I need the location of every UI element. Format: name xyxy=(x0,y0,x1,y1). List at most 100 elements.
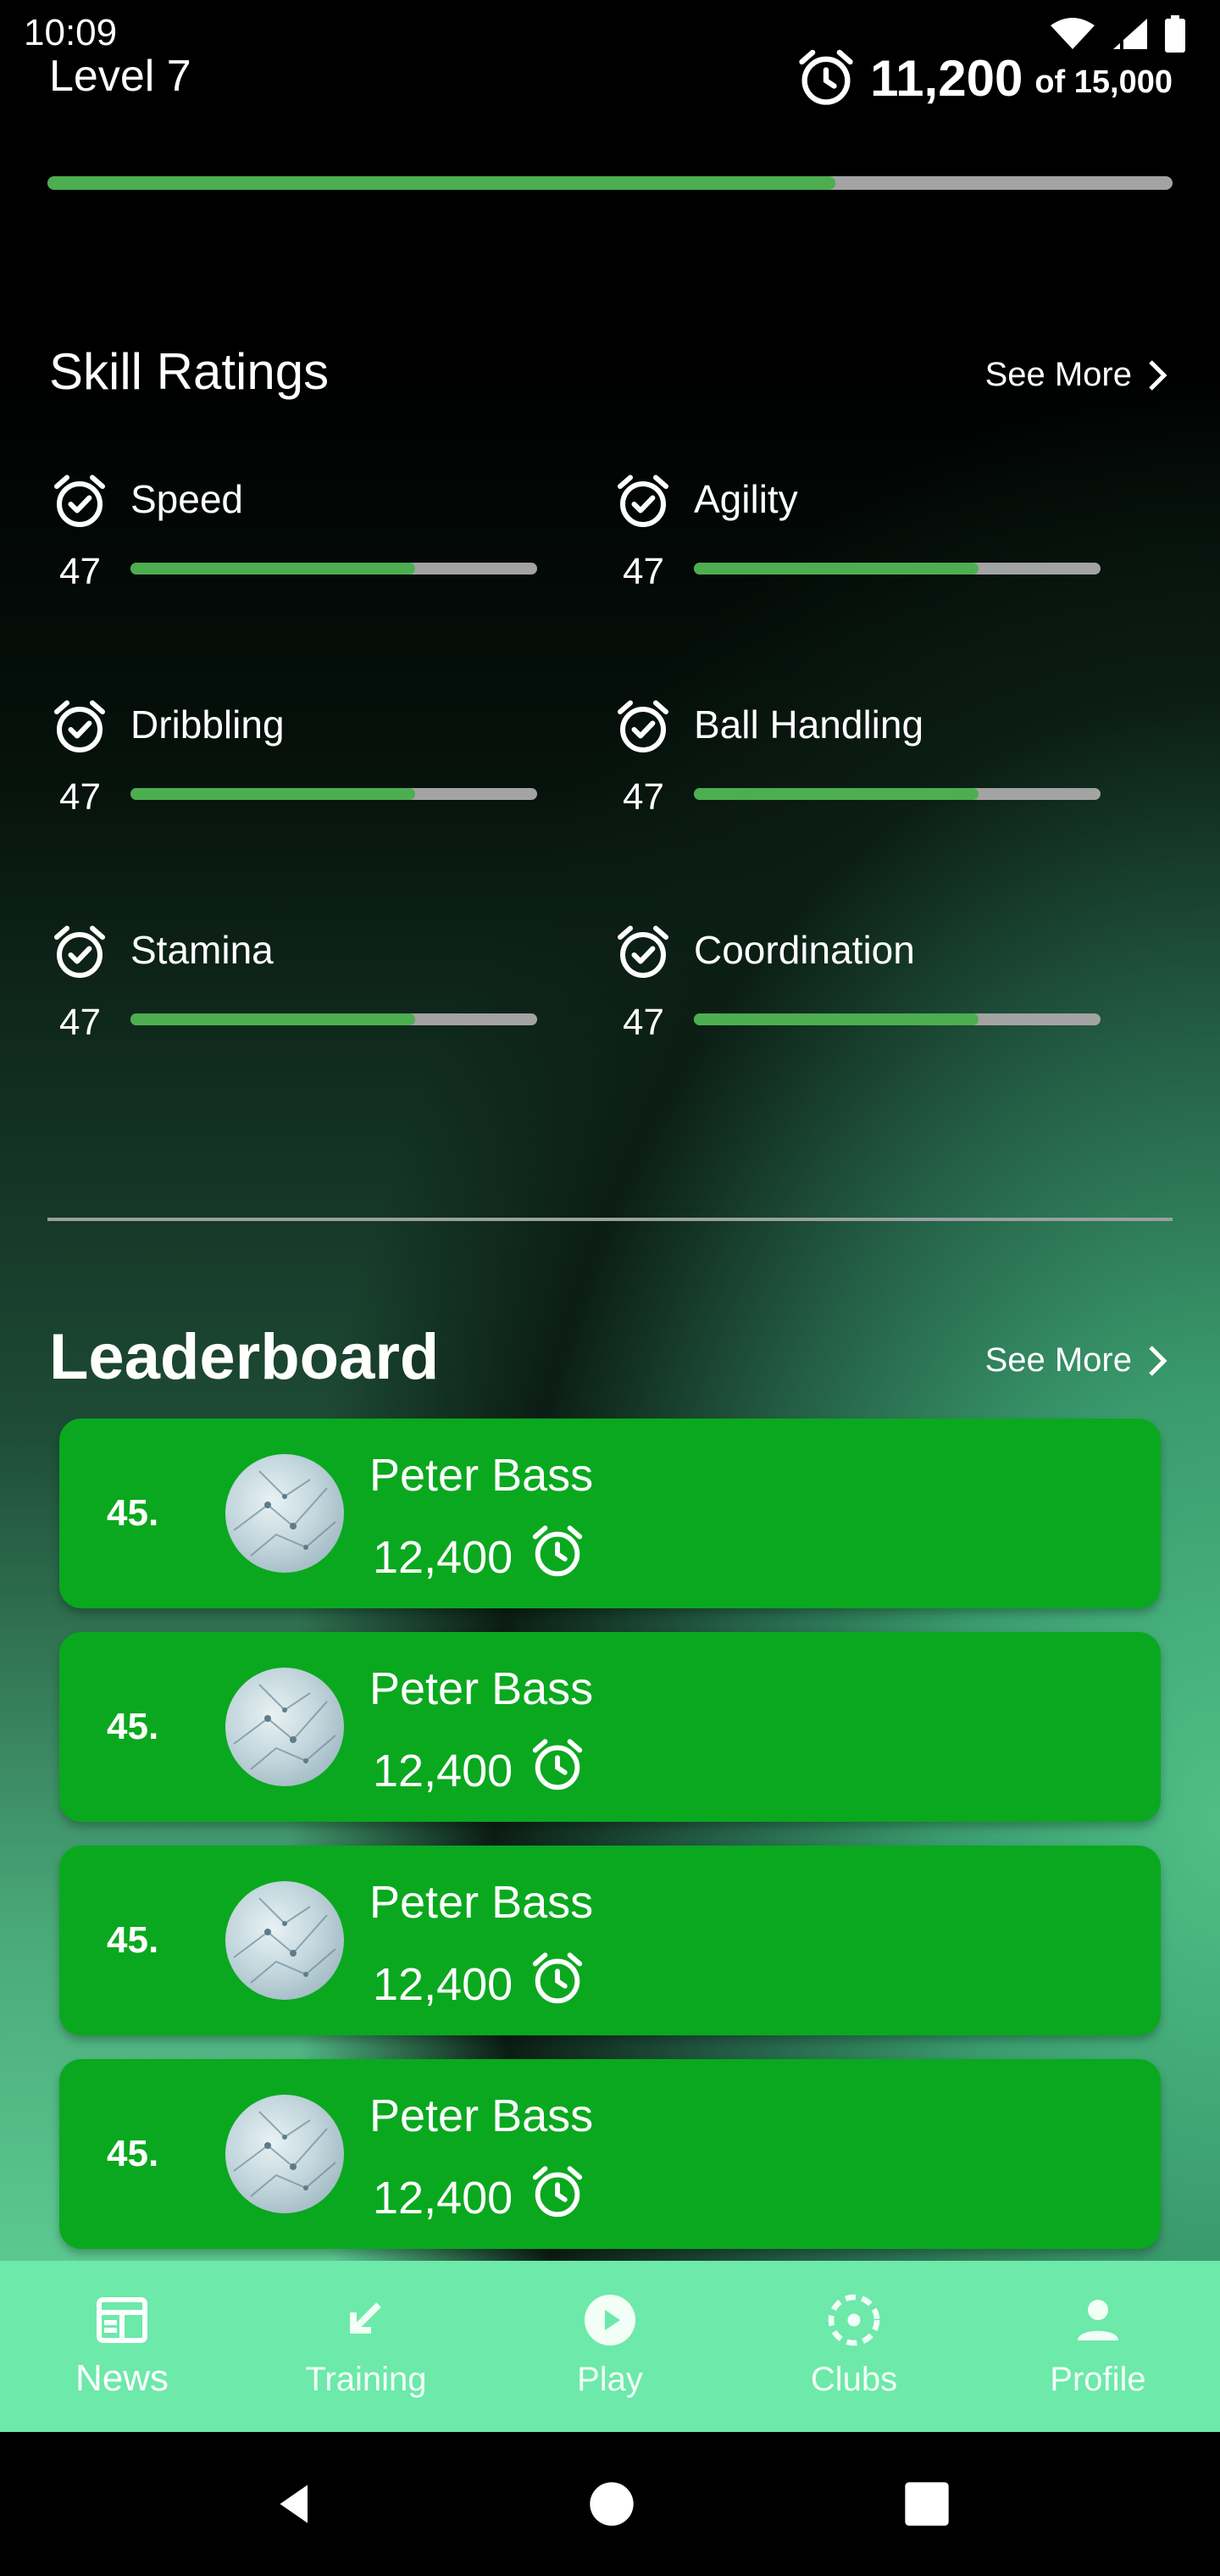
nav-label-clubs: Clubs xyxy=(810,2361,898,2398)
nav-item-play[interactable]: Play xyxy=(488,2261,732,2432)
skill-value: 47 xyxy=(623,1002,664,1043)
xp-counter: 11,200 of 15,000 xyxy=(794,46,1173,110)
back-icon[interactable] xyxy=(269,2479,320,2529)
alarm-check-icon xyxy=(49,697,110,762)
xp-progress-bar xyxy=(47,176,1173,190)
leaderboard-name: Peter Bass xyxy=(369,1450,594,1501)
leaderboard-see-more-button[interactable]: See More xyxy=(985,1341,1169,1380)
score-value: 12,400 xyxy=(373,1958,513,2010)
skill-name: Agility xyxy=(694,477,798,521)
leaderboard-name: Peter Bass xyxy=(369,1663,594,1714)
nav-label-news: News xyxy=(75,2357,169,2399)
xp-progress-fill xyxy=(47,176,835,190)
skills-grid: Speed 47 Agility 47 Dribbling 47 Ball Ha… xyxy=(49,464,1142,1047)
skill-name: Speed xyxy=(130,477,244,521)
leaderboard-rank: 45. xyxy=(107,1706,159,1747)
skill-value: 47 xyxy=(59,551,101,592)
xp-total: of 15,000 xyxy=(1034,64,1173,100)
leaderboard-rank: 45. xyxy=(107,1919,159,1961)
avatar xyxy=(225,1454,344,1573)
nav-label-training: Training xyxy=(305,2361,427,2398)
skill-value: 47 xyxy=(59,1002,101,1043)
leaderboard-score: 12,400 xyxy=(373,2162,587,2233)
play-icon xyxy=(585,2295,635,2346)
skill-progress-bar xyxy=(130,1013,537,1025)
nav-item-clubs[interactable]: Clubs xyxy=(732,2261,976,2432)
leaderboard-score: 12,400 xyxy=(373,1522,587,1592)
bottom-nav: News Training Play Clubs Profile xyxy=(0,2261,1220,2432)
leaderboard-row[interactable]: 45. Peter Bass 12,400 xyxy=(59,1846,1161,2035)
leaderboard-score: 12,400 xyxy=(373,1735,587,1806)
see-more-label: See More xyxy=(984,1341,1132,1379)
alarm-check-icon xyxy=(613,471,674,536)
nav-item-profile[interactable]: Profile xyxy=(976,2261,1220,2432)
system-nav-bar xyxy=(0,2432,1220,2576)
skill-progress-fill xyxy=(130,1013,415,1025)
skill-progress-bar xyxy=(130,563,537,575)
status-time: 10:09 xyxy=(24,12,118,53)
skill-name: Stamina xyxy=(130,928,274,972)
leaderboard-score: 12,400 xyxy=(373,1949,587,2019)
chevron-right-icon xyxy=(1149,359,1167,391)
skill-item: Speed 47 xyxy=(49,464,613,597)
section-divider xyxy=(47,1218,1173,1221)
skill-value: 47 xyxy=(623,776,664,818)
alarm-clock-icon xyxy=(799,49,853,105)
alarm-clock-icon xyxy=(528,1949,587,2019)
skill-progress-fill xyxy=(130,788,415,800)
alarm-clock-icon xyxy=(528,1735,587,1806)
skill-progress-bar xyxy=(130,788,537,800)
leaderboard-rank: 45. xyxy=(107,2133,159,2174)
skill-item: Dribbling 47 xyxy=(49,690,613,822)
nav-label-play: Play xyxy=(577,2361,643,2398)
skill-item: Stamina 47 xyxy=(49,915,613,1047)
avatar xyxy=(225,1668,344,1786)
recents-icon[interactable] xyxy=(903,2480,951,2528)
alarm-clock-icon xyxy=(528,2162,587,2233)
avatar xyxy=(225,2095,344,2213)
leaderboard-row[interactable]: 45. Peter Bass 12,400 xyxy=(59,1632,1161,1822)
skill-progress-fill xyxy=(694,563,979,575)
alarm-check-icon xyxy=(49,471,110,536)
skill-name: Dribbling xyxy=(130,702,285,747)
alarm-check-icon xyxy=(613,697,674,762)
newspaper-icon xyxy=(97,2297,147,2343)
nav-label-profile: Profile xyxy=(1050,2361,1146,2398)
skill-value: 47 xyxy=(59,776,101,818)
clubs-icon xyxy=(828,2294,880,2346)
skill-progress-bar xyxy=(694,788,1101,800)
skill-progress-bar xyxy=(694,1013,1101,1025)
alarm-check-icon xyxy=(49,922,110,987)
leaderboard-name: Peter Bass xyxy=(369,2090,594,2141)
skill-name: Ball Handling xyxy=(694,702,924,747)
skill-progress-fill xyxy=(130,563,415,575)
leaderboard-list: 45. Peter Bass 12,400 45. Peter Bass 12,… xyxy=(59,1418,1161,2273)
score-value: 12,400 xyxy=(373,1745,513,1796)
nav-item-training[interactable]: Training xyxy=(244,2261,488,2432)
leaderboard-row[interactable]: 45. Peter Bass 12,400 xyxy=(59,1418,1161,1608)
skill-name: Coordination xyxy=(694,928,915,972)
home-icon[interactable] xyxy=(588,2480,635,2528)
leaderboard-rank: 45. xyxy=(107,1492,159,1534)
person-icon xyxy=(1078,2300,1118,2340)
xp-current: 11,200 xyxy=(870,49,1023,107)
skill-item: Agility 47 xyxy=(613,464,1142,597)
alarm-check-icon xyxy=(613,922,674,987)
skill-item: Ball Handling 47 xyxy=(613,690,1142,822)
see-more-label: See More xyxy=(984,356,1132,393)
leaderboard-name: Peter Bass xyxy=(369,1877,594,1928)
score-value: 12,400 xyxy=(373,1531,513,1583)
skill-progress-bar xyxy=(694,563,1101,575)
skill-progress-fill xyxy=(694,1013,979,1025)
leaderboard-row[interactable]: 45. Peter Bass 12,400 xyxy=(59,2059,1161,2249)
skills-see-more-button[interactable]: See More xyxy=(985,356,1169,394)
chevron-right-icon xyxy=(1149,1345,1167,1376)
skill-progress-fill xyxy=(694,788,979,800)
nav-item-news[interactable]: News xyxy=(0,2261,244,2432)
leaderboard-title: Leaderboard xyxy=(49,1321,440,1393)
arrow-down-left-icon xyxy=(350,2302,381,2334)
skill-item: Coordination 47 xyxy=(613,915,1142,1047)
score-value: 12,400 xyxy=(373,2172,513,2223)
level-label: Level 7 xyxy=(49,52,191,101)
alarm-clock-icon xyxy=(528,1522,587,1592)
